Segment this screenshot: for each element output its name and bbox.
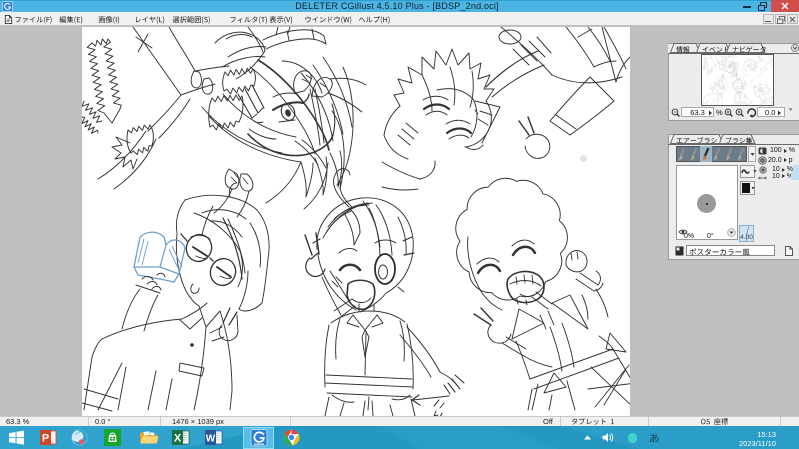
svg-text:P: P: [42, 433, 49, 445]
svg-text:X: X: [174, 433, 182, 445]
svg-text:W: W: [206, 434, 216, 445]
